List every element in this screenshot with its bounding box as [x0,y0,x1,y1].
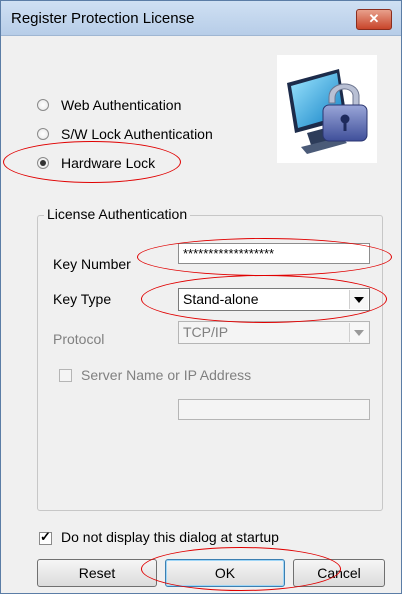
reset-button[interactable]: Reset [37,559,157,587]
cancel-button[interactable]: Cancel [293,559,385,587]
server-name-label: Server Name or IP Address [81,367,252,383]
window-title: Register Protection License [11,10,195,27]
server-address-input[interactable] [178,399,370,420]
chevron-down-icon[interactable] [349,290,368,309]
key-number-input[interactable]: ****************** [178,243,370,264]
group-legend: License Authentication [44,206,191,222]
server-name-checkbox[interactable] [59,369,72,382]
register-license-dialog: Register Protection License ✕ Web Authen… [0,0,402,594]
radio-button-icon[interactable] [37,99,49,111]
do-not-display-label: Do not display this dialog at startup [61,529,279,545]
radio-label: Hardware Lock [61,155,156,171]
protocol-label: Protocol [53,331,105,347]
chevron-down-icon[interactable] [349,323,368,342]
key-type-dropdown[interactable]: Stand-alone [178,288,370,311]
close-icon: ✕ [368,11,380,26]
key-type-value: Stand-alone [183,291,259,307]
radio-sw-lock-authentication[interactable]: S/W Lock Authentication [37,124,213,144]
close-button[interactable]: ✕ [356,9,392,30]
key-type-label: Key Type [53,291,112,307]
radio-label: S/W Lock Authentication [61,126,213,142]
protocol-value: TCP/IP [183,324,229,340]
radio-label: Web Authentication [61,97,182,113]
radio-button-checked-icon[interactable] [37,157,49,169]
radio-button-icon[interactable] [37,128,49,140]
key-number-label: Key Number [53,256,131,272]
title-bar[interactable]: Register Protection License ✕ [1,1,401,36]
license-lock-logo-icon [277,55,377,163]
do-not-display-checkbox[interactable] [39,529,52,545]
radio-hardware-lock[interactable]: Hardware Lock [37,153,155,173]
ok-button[interactable]: OK [165,559,285,587]
radio-web-authentication[interactable]: Web Authentication [37,95,181,115]
protocol-dropdown[interactable]: TCP/IP [178,321,370,344]
